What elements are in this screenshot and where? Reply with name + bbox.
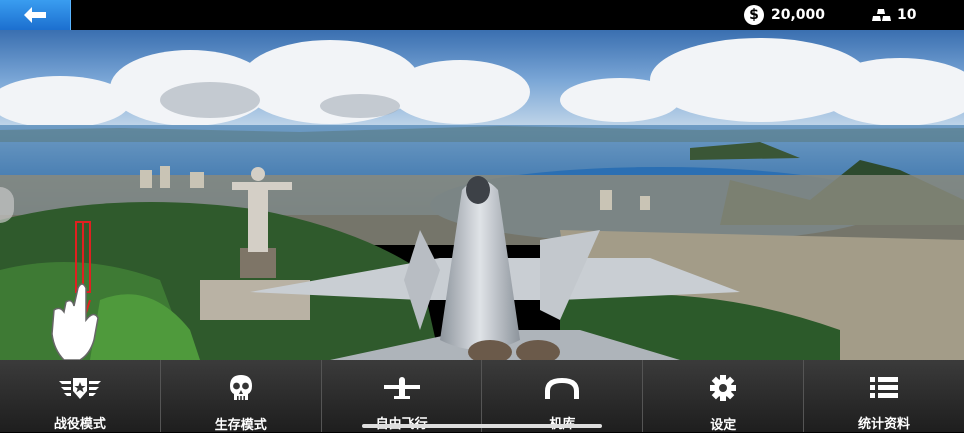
nav-hangar[interactable]: 机库 (482, 360, 644, 432)
background-scene (0, 30, 964, 360)
nav-free-flight[interactable]: 自由飞行 (322, 360, 483, 432)
nav-settings[interactable]: 设定 (643, 360, 805, 433)
gold-value: 10 (897, 7, 917, 23)
nav-settings-label: 设定 (710, 418, 737, 433)
rio-landscape-image (0, 30, 964, 360)
nav-survival[interactable]: 生存模式 (161, 360, 322, 433)
coin-value: 20,000 (771, 7, 826, 23)
coin-balance: $ 20,000 (744, 4, 825, 26)
nav-free-flight-label: 自由飞行 (376, 413, 428, 432)
nav-campaign-label: 战役模式 (53, 417, 106, 432)
airplane-icon (383, 376, 420, 399)
home-indicator[interactable] (362, 424, 602, 428)
dollar-coin-icon: $ (744, 5, 764, 25)
gold-balance: 10 (871, 4, 916, 26)
bottom-nav: 战役模式 生存模式 自由飞行 机库 (0, 360, 964, 433)
nav-hangar-label: 机库 (549, 413, 575, 432)
hangar-icon (545, 377, 580, 399)
nav-campaign[interactable]: 战役模式 (0, 360, 161, 432)
arrow-left-icon (24, 7, 46, 23)
gear-icon (710, 375, 737, 401)
nav-survival-label: 生存模式 (214, 418, 267, 433)
gold-bars-icon (872, 9, 891, 21)
back-button[interactable] (0, 0, 71, 30)
winged-star-badge-icon (58, 377, 101, 399)
nav-statistics-label: 统计资料 (858, 417, 911, 432)
skull-icon (229, 375, 252, 400)
top-bar: $ 20,000 10 (0, 0, 964, 30)
nav-statistics[interactable]: 统计资料 (804, 360, 964, 432)
list-icon (870, 376, 899, 398)
